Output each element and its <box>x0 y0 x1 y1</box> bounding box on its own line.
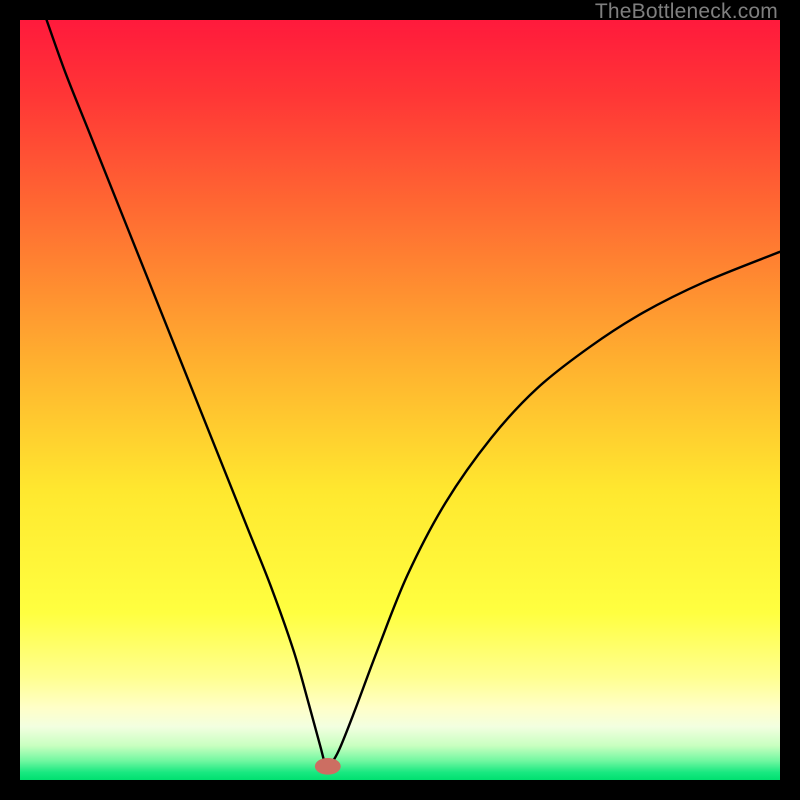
optimal-point-marker <box>315 758 341 775</box>
gradient-background <box>20 20 780 780</box>
chart-frame <box>20 20 780 780</box>
bottleneck-chart <box>20 20 780 780</box>
